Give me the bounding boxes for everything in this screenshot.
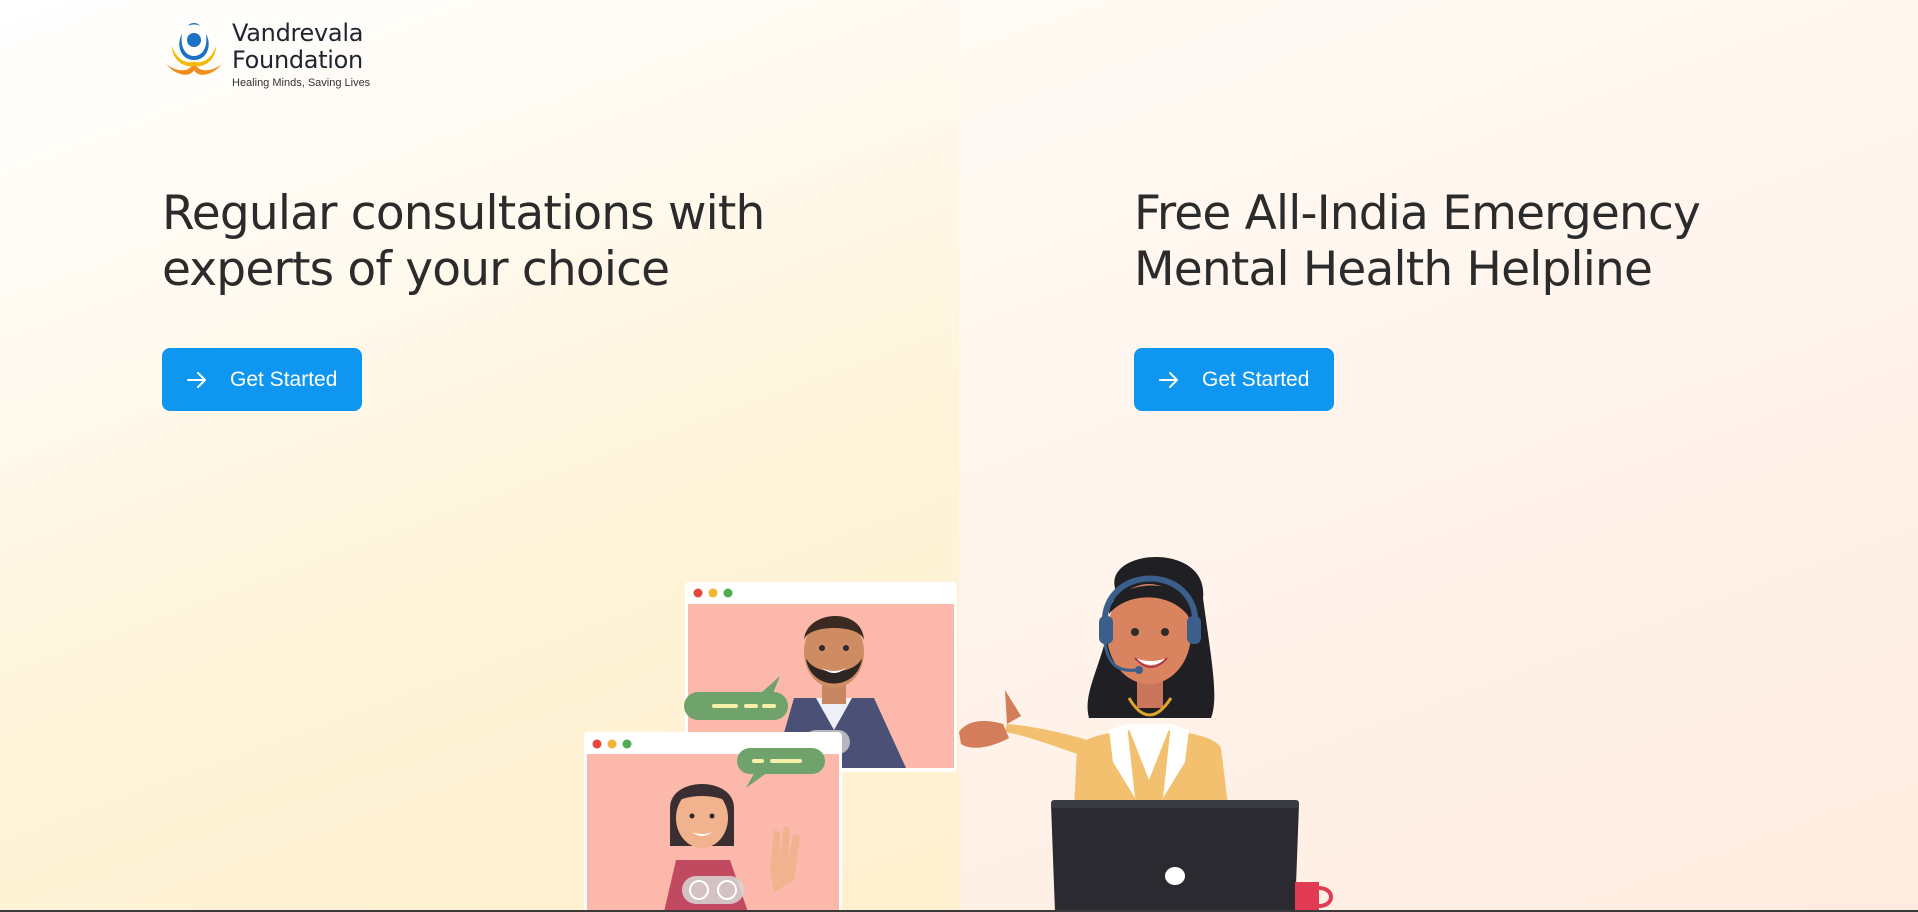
consultation-headline-line2: experts of your choice [162,242,670,297]
logo-mark-icon [166,23,222,75]
consultation-headline-line1: Regular consultations with [162,186,765,241]
helpline-headline: Free All-India Emergency Mental Health H… [1134,186,1701,298]
arrow-right-icon [1159,371,1178,388]
landing-page: Vandrevala Foundation Healing Minds, Sav… [0,0,1918,912]
consultation-get-started-label: Get Started [230,367,338,391]
logo-text: Vandrevala Foundation Healing Minds, Sav… [232,19,371,90]
arrow-right-icon [187,371,206,388]
helpline-headline-line2: Mental Health Helpline [1134,242,1653,297]
helpline-get-started-button[interactable]: Get Started [1134,348,1334,411]
consultation-panel[interactable]: Vandrevala Foundation Healing Minds, Sav… [0,0,959,912]
helpline-agent-illustration [959,556,1333,912]
helpline-headline-line1: Free All-India Emergency [1134,186,1701,241]
consultation-get-started-button[interactable]: Get Started [162,348,362,411]
logo-name-line2: Foundation [232,46,363,74]
logo-name-line1: Vandrevala [232,19,364,47]
consultation-headline: Regular consultations with experts of yo… [162,186,765,298]
logo[interactable]: Vandrevala Foundation Healing Minds, Sav… [162,20,370,89]
helpline-panel[interactable]: Free All-India Emergency Mental Health H… [959,0,1918,912]
video-window-client [584,732,842,912]
video-call-illustration [584,582,957,912]
helpline-get-started-label: Get Started [1202,367,1310,391]
logo-tagline: Healing Minds, Saving Lives [232,77,371,89]
